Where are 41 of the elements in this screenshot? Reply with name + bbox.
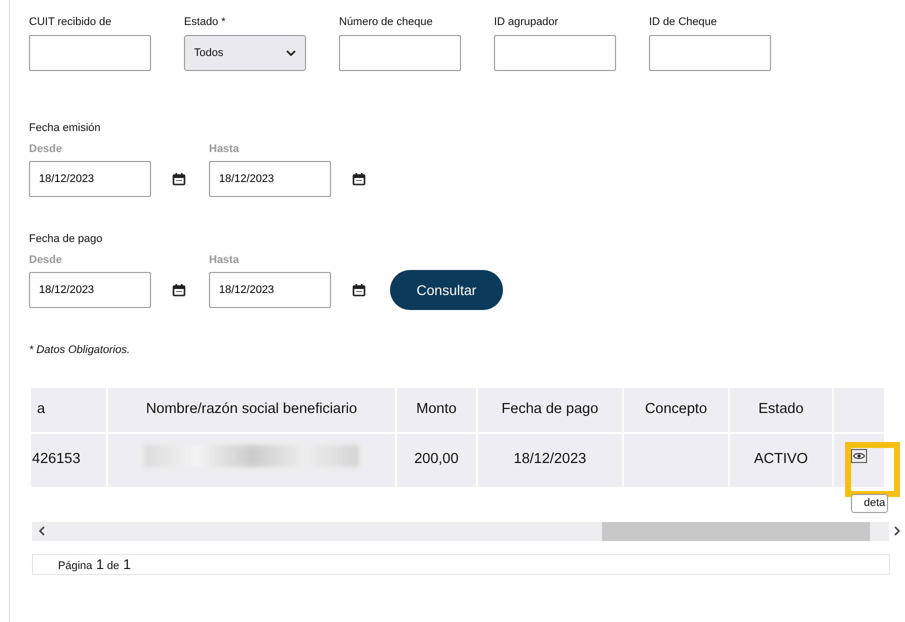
field-label: Hasta [209, 142, 240, 155]
field-label: ID agrupador [494, 15, 560, 28]
column-header: a [31, 388, 106, 432]
column-header: Fecha de pago [478, 388, 622, 432]
pagination-text: Página 1 de 1 [58, 554, 131, 574]
input-field[interactable] [339, 35, 461, 71]
table-cell: 18/12/2023 [478, 434, 622, 486]
eye-icon[interactable] [850, 449, 867, 464]
column-header: Monto [396, 388, 476, 432]
column-header: Estado [730, 388, 832, 432]
table-cell: 426153 [31, 434, 106, 486]
tooltip: deta [850, 494, 888, 513]
scrollbar-thumb[interactable] [602, 522, 870, 540]
section-label: Fecha de pago [29, 232, 104, 245]
field-label: ID de Cheque [649, 15, 718, 28]
field-label: Hasta [209, 253, 240, 266]
date-field[interactable]: 18/12/2023 [209, 161, 331, 197]
calendar-icon[interactable] [172, 283, 186, 297]
calendar-icon[interactable] [352, 283, 366, 297]
calendar-icon[interactable] [172, 172, 186, 186]
field-label: Estado * [184, 15, 227, 28]
field-label: Número de cheque [339, 15, 434, 28]
column-header: Nombre/razón social beneficiario [108, 388, 395, 432]
input-field[interactable] [649, 35, 771, 71]
input-field[interactable] [29, 35, 151, 71]
calendar-icon[interactable] [352, 172, 366, 186]
date-field[interactable]: 18/12/2023 [209, 272, 331, 308]
consultar-button[interactable]: Consultar [390, 270, 503, 310]
section-label: Fecha emisión [29, 121, 102, 134]
field-label: Desde [29, 142, 64, 155]
note-text: * Datos Obligatorios. [29, 343, 131, 358]
field-label: CUIT recibido de [29, 15, 112, 28]
date-field[interactable]: 18/12/2023 [29, 272, 151, 308]
table-cell: ACTIVO [730, 434, 832, 486]
column-header: Concepto [624, 388, 728, 432]
table-cell: 200,00 [396, 434, 476, 486]
input-field[interactable] [494, 35, 616, 71]
field-label: Desde [29, 253, 64, 266]
date-field[interactable]: 18/12/2023 [29, 161, 151, 197]
select-field[interactable]: Todos [184, 35, 306, 71]
chevron-down-icon [286, 50, 296, 56]
